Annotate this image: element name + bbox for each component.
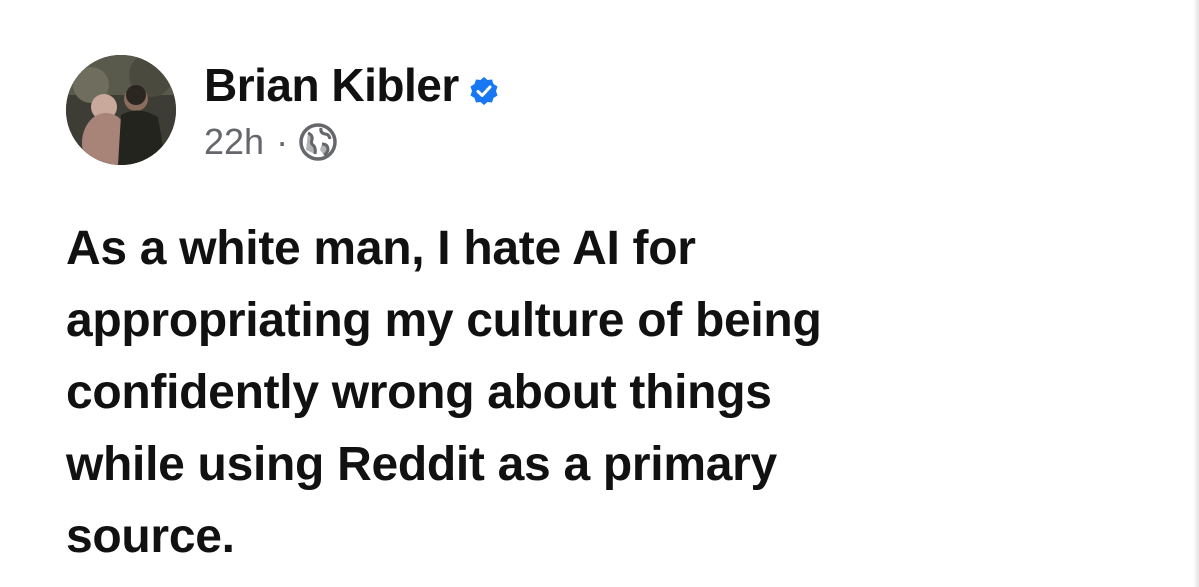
post-timestamp[interactable]: 22h <box>204 124 264 160</box>
post-subline: 22h · <box>204 122 499 162</box>
post-header: Brian Kibler 22h · <box>66 55 499 165</box>
post-body-line: appropriating my culture of being <box>66 294 822 347</box>
post-meta: Brian Kibler 22h · <box>204 58 499 162</box>
separator-dot: · <box>276 121 289 162</box>
verified-badge-icon <box>469 76 499 106</box>
post-body-line: As a white man, I hate AI for <box>66 222 696 275</box>
social-post: Brian Kibler 22h · As a white man, I hat… <box>0 0 1199 587</box>
post-body-line: confidently wrong about things <box>66 366 772 419</box>
post-body-line: while using Reddit as a primary <box>66 438 777 491</box>
globe-icon[interactable] <box>298 122 338 162</box>
author-avatar[interactable] <box>66 55 176 165</box>
post-body: As a white man, I hate AI for appropriat… <box>66 213 1176 573</box>
post-body-line: source. <box>66 510 235 563</box>
author-name[interactable]: Brian Kibler <box>204 62 459 108</box>
avatar-photo <box>66 55 176 165</box>
edge-shadow <box>1193 0 1199 587</box>
author-row: Brian Kibler <box>204 58 499 112</box>
